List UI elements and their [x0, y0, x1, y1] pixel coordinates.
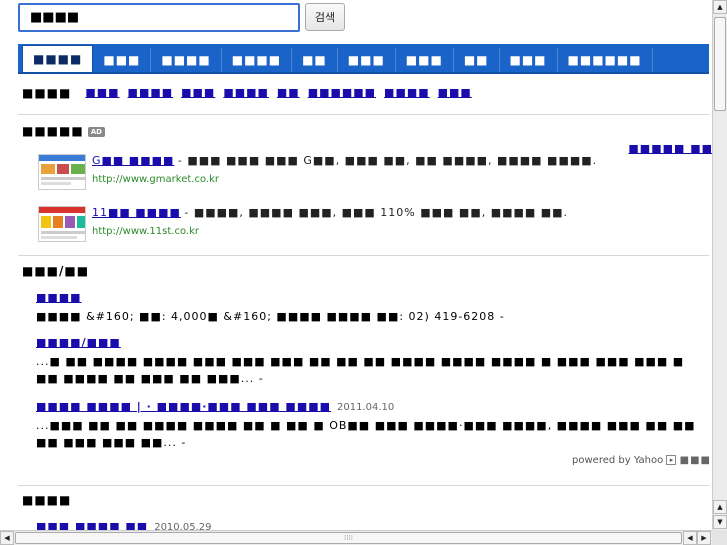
related-link[interactable]: ■■■■: [384, 86, 430, 100]
related-link[interactable]: ■■■: [85, 86, 119, 100]
horizontal-scrollbar[interactable]: ◀ ⁞⁞⁞⁞ ◀ ▶: [0, 530, 712, 545]
item-title-link[interactable]: ■■■■: [36, 291, 82, 304]
sponsored-title: ■■■■■ AD: [22, 124, 105, 138]
list-item: ■■■■ ■■■■ &#160; ■■: 4,000■ &#160; ■■■■ …: [36, 291, 708, 325]
tab-7[interactable]: ■■■: [396, 48, 454, 72]
tab-9[interactable]: ■■■: [500, 48, 558, 72]
divider: [18, 114, 709, 115]
divider: [18, 485, 709, 486]
next-section-title: ■■■■: [22, 493, 72, 507]
scroll-right-arrow-icon[interactable]: ▶: [697, 531, 711, 545]
ad-description: - ■■■ ■■■ ■■■ G■■, ■■■ ■■, ■■ ■■■■, ■■■■…: [177, 154, 598, 167]
play-icon[interactable]: ▸: [666, 455, 677, 465]
scroll-up-arrow-icon[interactable]: ▲: [713, 500, 727, 514]
related-link[interactable]: ■■■: [438, 86, 472, 100]
ad-title-link[interactable]: 11■■ ■■■■: [92, 206, 181, 219]
powered-by: powered by Yahoo ▸ ■■■: [572, 455, 711, 466]
list-item: ■■■■/■■■ ...■ ■■ ■■■■ ■■■■ ■■■ ■■■ ■■■ ■…: [36, 336, 708, 387]
scroll-down-arrow-icon[interactable]: ▼: [713, 515, 727, 529]
tab-10[interactable]: ■■■■■■: [558, 48, 653, 72]
ad-thumbnail[interactable]: [38, 206, 86, 242]
divider: [18, 255, 709, 256]
scrollbar-thumb[interactable]: ⁞⁞⁞⁞: [15, 532, 682, 544]
tab-5[interactable]: ■■: [292, 48, 338, 72]
related-label: ■■■■: [22, 86, 72, 100]
search-input[interactable]: [20, 5, 298, 30]
related-link[interactable]: ■■■■: [223, 86, 269, 100]
vertical-scrollbar[interactable]: ▲ ▲ ▼: [712, 0, 727, 530]
ad-url[interactable]: http://www.11st.co.kr: [92, 226, 199, 237]
item-description: ■■■■ &#160; ■■: 4,000■ &#160; ■■■■ ■■■■ …: [36, 310, 505, 323]
item-title-link[interactable]: ■■■■ ■■■■ | · ■■■■·■■■ ■■■ ■■■■: [36, 400, 331, 413]
related-link[interactable]: ■■■: [181, 86, 215, 100]
scroll-left-arrow-icon[interactable]: ◀: [683, 531, 697, 545]
tab-8[interactable]: ■■: [454, 48, 500, 72]
search-button[interactable]: 검색: [305, 3, 345, 31]
ad-badge: AD: [87, 126, 105, 137]
item-description: ...■■■ ■■ ■■ ■■■■ ■■■■ ■■ ■ ■■ ■ OB■■ ■■…: [36, 419, 696, 449]
ad-title-link[interactable]: G■■ ■■■■: [92, 154, 174, 167]
related-link[interactable]: ■■: [277, 86, 300, 100]
search-box[interactable]: [18, 3, 300, 32]
related-link[interactable]: ■■■■■■: [308, 86, 376, 100]
tab-4[interactable]: ■■■■: [222, 48, 293, 72]
related-searches: ■■■■ ■■■ ■■■■ ■■■ ■■■■ ■■ ■■■■■■ ■■■■ ■■…: [22, 86, 472, 100]
tab-2[interactable]: ■■■: [93, 48, 152, 72]
ad-description: - ■■■■, ■■■■ ■■■, ■■■ 110% ■■■ ■■, ■■■■ …: [184, 206, 569, 219]
tab-6[interactable]: ■■■: [338, 48, 396, 72]
scrollbar-corner: [712, 530, 727, 545]
list-item: ■■■■ ■■■■ | · ■■■■·■■■ ■■■ ■■■■ 2011.04.1…: [36, 400, 708, 451]
scroll-left-arrow-icon[interactable]: ◀: [0, 531, 14, 545]
ad-thumbnail[interactable]: [38, 154, 86, 190]
item-description: ...■ ■■ ■■■■ ■■■■ ■■■ ■■■ ■■■ ■■ ■■ ■■ ■…: [36, 355, 685, 385]
local-section-title: ■■■/■■: [22, 264, 90, 278]
related-link[interactable]: ■■■■: [128, 86, 174, 100]
tab-all[interactable]: ■■■■: [22, 45, 94, 72]
tab-3[interactable]: ■■■■: [151, 48, 222, 72]
ad-url[interactable]: http://www.gmarket.co.kr: [92, 174, 219, 185]
scrollbar-thumb[interactable]: [714, 17, 726, 111]
scroll-up-arrow-icon[interactable]: ▲: [713, 0, 727, 14]
item-date: 2011.04.10: [337, 402, 395, 413]
category-tabs: ■■■■ ■■■ ■■■■ ■■■■ ■■ ■■■ ■■■ ■■ ■■■ ■■■…: [18, 44, 709, 74]
item-title-link[interactable]: ■■■■/■■■: [36, 336, 121, 349]
